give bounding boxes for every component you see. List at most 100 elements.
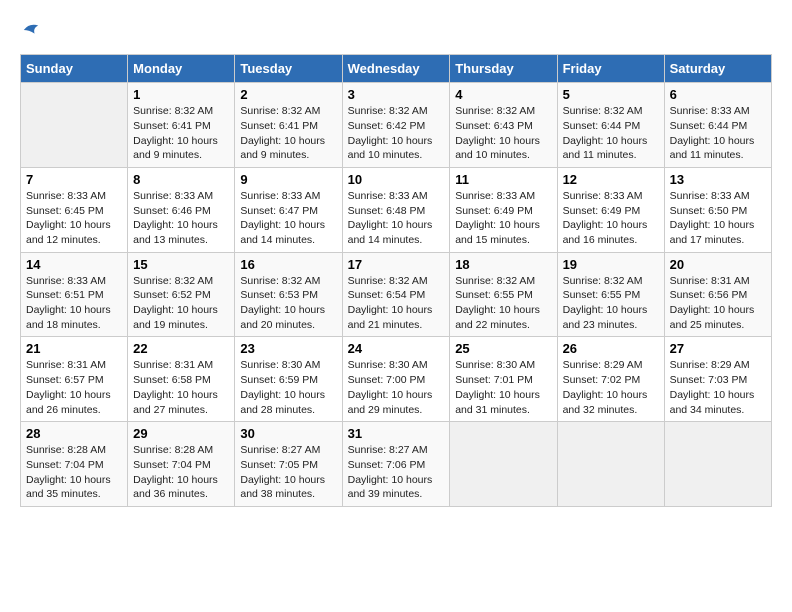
logo-text [20,20,40,44]
column-header-tuesday: Tuesday [235,55,342,83]
calendar-cell: 19 Sunrise: 8:32 AM Sunset: 6:55 PM Dayli… [557,252,664,337]
day-number: 12 [563,172,659,187]
day-number: 31 [348,426,445,441]
cell-content: Sunrise: 8:32 AM Sunset: 6:53 PM Dayligh… [240,274,336,333]
cell-content: Sunrise: 8:30 AM Sunset: 6:59 PM Dayligh… [240,358,336,417]
calendar-cell: 1 Sunrise: 8:32 AM Sunset: 6:41 PM Daylig… [128,83,235,168]
cell-content: Sunrise: 8:32 AM Sunset: 6:55 PM Dayligh… [563,274,659,333]
day-number: 17 [348,257,445,272]
calendar-cell: 4Sunrise: 8:32 AM Sunset: 6:43 PM Daylig… [450,83,557,168]
cell-content: Sunrise: 8:30 AM Sunset: 7:00 PM Dayligh… [348,358,445,417]
calendar-cell [664,422,771,507]
day-number: 3 [348,87,445,102]
column-header-wednesday: Wednesday [342,55,450,83]
calendar-cell: 31 Sunrise: 8:27 AM Sunset: 7:06 PM Dayli… [342,422,450,507]
cell-content: Sunrise: 8:32 AM Sunset: 6:55 PM Dayligh… [455,274,551,333]
calendar-cell [557,422,664,507]
calendar-cell: 17 Sunrise: 8:32 AM Sunset: 6:54 PM Dayli… [342,252,450,337]
page-header [20,20,772,44]
day-number: 6 [670,87,766,102]
cell-content: Sunrise: 8:29 AM Sunset: 7:03 PM Dayligh… [670,358,766,417]
cell-content: Sunrise: 8:33 AM Sunset: 6:49 PM Dayligh… [563,189,659,248]
day-number: 19 [563,257,659,272]
calendar-week-row: 28 Sunrise: 8:28 AM Sunset: 7:04 PM Dayli… [21,422,772,507]
column-header-friday: Friday [557,55,664,83]
day-number: 25 [455,341,551,356]
cell-content: Sunrise: 8:27 AM Sunset: 7:06 PM Dayligh… [348,443,445,502]
column-header-thursday: Thursday [450,55,557,83]
day-number: 13 [670,172,766,187]
calendar-cell: 25 Sunrise: 8:30 AM Sunset: 7:01 PM Dayli… [450,337,557,422]
cell-content: Sunrise: 8:32 AM Sunset: 6:42 PM Dayligh… [348,104,445,163]
cell-content: Sunrise: 8:32 AM Sunset: 6:41 PM Dayligh… [240,104,336,163]
logo-bird-icon [22,21,40,39]
calendar-header-row: SundayMondayTuesdayWednesdayThursdayFrid… [21,55,772,83]
calendar-cell: 22 Sunrise: 8:31 AM Sunset: 6:58 PM Dayli… [128,337,235,422]
cell-content: Sunrise: 8:33 AM Sunset: 6:44 PM Dayligh… [670,104,766,163]
cell-content: Sunrise: 8:27 AM Sunset: 7:05 PM Dayligh… [240,443,336,502]
day-number: 14 [26,257,122,272]
cell-content: Sunrise: 8:28 AM Sunset: 7:04 PM Dayligh… [26,443,122,502]
column-header-saturday: Saturday [664,55,771,83]
cell-content: Sunrise: 8:32 AM Sunset: 6:44 PM Dayligh… [563,104,659,163]
day-number: 26 [563,341,659,356]
day-number: 28 [26,426,122,441]
calendar-cell [450,422,557,507]
day-number: 1 [133,87,229,102]
day-number: 10 [348,172,445,187]
cell-content: Sunrise: 8:33 AM Sunset: 6:48 PM Dayligh… [348,189,445,248]
calendar-week-row: 14Sunrise: 8:33 AM Sunset: 6:51 PM Dayli… [21,252,772,337]
day-number: 22 [133,341,229,356]
calendar-cell: 6 Sunrise: 8:33 AM Sunset: 6:44 PM Daylig… [664,83,771,168]
day-number: 9 [240,172,336,187]
day-number: 16 [240,257,336,272]
cell-content: Sunrise: 8:33 AM Sunset: 6:46 PM Dayligh… [133,189,229,248]
calendar-cell: 9 Sunrise: 8:33 AM Sunset: 6:47 PM Daylig… [235,167,342,252]
day-number: 24 [348,341,445,356]
calendar-cell: 24 Sunrise: 8:30 AM Sunset: 7:00 PM Dayli… [342,337,450,422]
cell-content: Sunrise: 8:33 AM Sunset: 6:45 PM Dayligh… [26,189,122,248]
calendar-cell: 16 Sunrise: 8:32 AM Sunset: 6:53 PM Dayli… [235,252,342,337]
day-number: 21 [26,341,122,356]
day-number: 15 [133,257,229,272]
logo [20,20,40,44]
cell-content: Sunrise: 8:31 AM Sunset: 6:56 PM Dayligh… [670,274,766,333]
cell-content: Sunrise: 8:33 AM Sunset: 6:47 PM Dayligh… [240,189,336,248]
column-header-sunday: Sunday [21,55,128,83]
calendar-cell: 27 Sunrise: 8:29 AM Sunset: 7:03 PM Dayli… [664,337,771,422]
day-number: 20 [670,257,766,272]
calendar-cell: 29Sunrise: 8:28 AM Sunset: 7:04 PM Dayli… [128,422,235,507]
calendar-cell: 3 Sunrise: 8:32 AM Sunset: 6:42 PM Daylig… [342,83,450,168]
cell-content: Sunrise: 8:33 AM Sunset: 6:49 PM Dayligh… [455,189,551,248]
calendar-cell: 18 Sunrise: 8:32 AM Sunset: 6:55 PM Dayli… [450,252,557,337]
calendar-cell: 28 Sunrise: 8:28 AM Sunset: 7:04 PM Dayli… [21,422,128,507]
calendar-cell: 8 Sunrise: 8:33 AM Sunset: 6:46 PM Daylig… [128,167,235,252]
day-number: 29 [133,426,229,441]
calendar-cell: 15 Sunrise: 8:32 AM Sunset: 6:52 PM Dayli… [128,252,235,337]
cell-content: Sunrise: 8:32 AM Sunset: 6:41 PM Dayligh… [133,104,229,163]
calendar-week-row: 7Sunrise: 8:33 AM Sunset: 6:45 PM Daylig… [21,167,772,252]
day-number: 18 [455,257,551,272]
calendar-cell [21,83,128,168]
day-number: 23 [240,341,336,356]
calendar-week-row: 21Sunrise: 8:31 AM Sunset: 6:57 PM Dayli… [21,337,772,422]
day-number: 27 [670,341,766,356]
day-number: 2 [240,87,336,102]
calendar-cell: 23 Sunrise: 8:30 AM Sunset: 6:59 PM Dayli… [235,337,342,422]
cell-content: Sunrise: 8:32 AM Sunset: 6:43 PM Dayligh… [455,104,551,163]
calendar-cell: 11 Sunrise: 8:33 AM Sunset: 6:49 PM Dayli… [450,167,557,252]
calendar-cell: 5Sunrise: 8:32 AM Sunset: 6:44 PM Daylig… [557,83,664,168]
calendar-table: SundayMondayTuesdayWednesdayThursdayFrid… [20,54,772,507]
cell-content: Sunrise: 8:31 AM Sunset: 6:58 PM Dayligh… [133,358,229,417]
cell-content: Sunrise: 8:32 AM Sunset: 6:52 PM Dayligh… [133,274,229,333]
calendar-cell: 13Sunrise: 8:33 AM Sunset: 6:50 PM Dayli… [664,167,771,252]
cell-content: Sunrise: 8:32 AM Sunset: 6:54 PM Dayligh… [348,274,445,333]
calendar-cell: 2 Sunrise: 8:32 AM Sunset: 6:41 PM Daylig… [235,83,342,168]
cell-content: Sunrise: 8:29 AM Sunset: 7:02 PM Dayligh… [563,358,659,417]
cell-content: Sunrise: 8:30 AM Sunset: 7:01 PM Dayligh… [455,358,551,417]
day-number: 8 [133,172,229,187]
calendar-cell: 14Sunrise: 8:33 AM Sunset: 6:51 PM Dayli… [21,252,128,337]
day-number: 11 [455,172,551,187]
calendar-cell: 30Sunrise: 8:27 AM Sunset: 7:05 PM Dayli… [235,422,342,507]
calendar-cell: 21Sunrise: 8:31 AM Sunset: 6:57 PM Dayli… [21,337,128,422]
